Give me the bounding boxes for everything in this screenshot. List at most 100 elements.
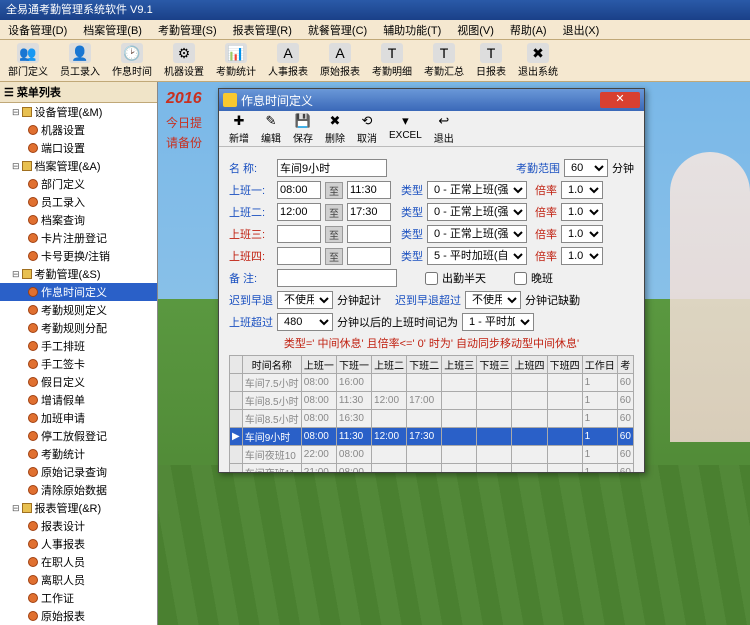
table-header[interactable]: 上班三 [442,356,477,374]
tree-group[interactable]: ⊟设备管理(&M) [0,103,157,121]
tree-item[interactable]: 员工录入 [0,193,157,211]
dialog-toolbar-button[interactable]: ✖删除 [319,112,351,145]
tree-item[interactable]: 加班申请 [0,409,157,427]
dialog-toolbar-button[interactable]: 💾保存 [287,112,319,145]
schedule-table[interactable]: 时间名称上班一下班一上班二下班二上班三下班三上班四下班四工作日考 车间7.5小时… [229,355,634,472]
dialog-toolbar-button[interactable]: ✎编辑 [255,112,287,145]
toolbar-button[interactable]: T考勤明细 [366,42,418,79]
table-row[interactable]: 车间夜班1121:0008:00160 [230,464,634,473]
menu-item[interactable]: 辅助功能(T) [375,20,449,39]
shift4-start[interactable] [277,247,321,265]
menu-item[interactable]: 报表管理(R) [225,20,300,39]
tree-item[interactable]: 原始报表 [0,607,157,625]
dialog-toolbar-button[interactable]: ⟲取消 [351,112,383,145]
table-row[interactable]: 车间8.5小时08:0016:30160 [230,410,634,428]
remark-input[interactable] [277,269,397,287]
tree-item[interactable]: 卡号更换/注销 [0,247,157,265]
toolbar-button[interactable]: T考勤汇总 [418,42,470,79]
tree-item[interactable]: 卡片注册登记 [0,229,157,247]
menu-item[interactable]: 帮助(A) [502,20,555,39]
toolbar-button[interactable]: 👤员工录入 [54,42,106,79]
toolbar-button[interactable]: 🕑作息时间 [106,42,158,79]
table-header[interactable]: 下班二 [407,356,442,374]
menu-item[interactable]: 设备管理(D) [0,20,75,39]
name-input[interactable] [277,159,387,177]
dialog-toolbar-button[interactable]: ↩退出 [428,112,460,145]
shift3-type[interactable]: 0 - 正常上班(强 [427,225,527,243]
tree-item[interactable]: 人事报表 [0,535,157,553]
tree-item[interactable]: 考勤规则分配 [0,319,157,337]
dialog-toolbar-button[interactable]: ✚新增 [223,112,255,145]
menu-item[interactable]: 视图(V) [449,20,502,39]
tree-item[interactable]: 手工签卡 [0,355,157,373]
toolbar-button[interactable]: A原始报表 [314,42,366,79]
tree-group[interactable]: ⊟档案管理(&A) [0,157,157,175]
shift3-rate[interactable]: 1.0 [561,225,603,243]
table-header[interactable]: 上班四 [512,356,547,374]
table-row[interactable]: 车间夜班1022:0008:00160 [230,446,634,464]
menu-item[interactable]: 退出(X) [555,20,608,39]
tree-item[interactable]: 手工排班 [0,337,157,355]
tree-item[interactable]: 报表设计 [0,517,157,535]
table-header[interactable]: 考 [617,356,633,374]
toolbar-button[interactable]: 👥部门定义 [2,42,54,79]
shift2-end[interactable] [347,203,391,221]
dialog-toolbar-button[interactable]: ▾EXCEL [383,112,428,145]
night-checkbox[interactable] [514,272,527,285]
dialog-titlebar[interactable]: 作息时间定义 ✕ [219,89,644,111]
tree-item[interactable]: 机器设置 [0,121,157,139]
tree-item[interactable]: 端口设置 [0,139,157,157]
table-row[interactable]: ▶车间9小时08:0011:3012:0017:30160 [230,428,634,446]
late-select[interactable]: 不使用 [277,291,333,309]
tree-group[interactable]: ⊟报表管理(&R) [0,499,157,517]
table-header[interactable]: 下班三 [477,356,512,374]
tree-group[interactable]: ⊟考勤管理(&S) [0,265,157,283]
exceed-select[interactable]: 480 [277,313,333,331]
tree-item[interactable]: 假日定义 [0,373,157,391]
tree-item[interactable]: 考勤规则定义 [0,301,157,319]
table-row[interactable]: 车间8.5小时08:0011:3012:0017:00160 [230,392,634,410]
toolbar-button[interactable]: A人事报表 [262,42,314,79]
tree-item[interactable]: 作息时间定义 [0,283,157,301]
tree-item[interactable]: 考勤统计 [0,445,157,463]
tree-item[interactable]: 原始记录查询 [0,463,157,481]
toolbar-button[interactable]: ✖退出系统 [512,42,564,79]
table-header[interactable]: 下班四 [547,356,582,374]
halfday-checkbox[interactable] [425,272,438,285]
table-header[interactable]: 下班一 [336,356,371,374]
tree-item[interactable]: 档案查询 [0,211,157,229]
close-button[interactable]: ✕ [600,92,640,108]
table-header[interactable]: 时间名称 [242,356,301,374]
shift1-start[interactable] [277,181,321,199]
tree-item[interactable]: 清除原始数据 [0,481,157,499]
shift1-type[interactable]: 0 - 正常上班(强 [427,181,527,199]
tree-item[interactable]: 工作证 [0,589,157,607]
table-row[interactable]: 车间7.5小时08:0016:00160 [230,374,634,392]
lateover-select[interactable]: 不使用 [465,291,521,309]
shift1-end[interactable] [347,181,391,199]
exceed-type-select[interactable]: 1 - 平时加 [462,313,534,331]
shift2-start[interactable] [277,203,321,221]
table-header[interactable] [230,356,243,374]
menu-item[interactable]: 就餐管理(C) [300,20,375,39]
shift2-rate[interactable]: 1.0 [561,203,603,221]
tree-item[interactable]: 在职人员 [0,553,157,571]
shift2-type[interactable]: 0 - 正常上班(强 [427,203,527,221]
table-header[interactable]: 工作日 [582,356,617,374]
toolbar-button[interactable]: 📊考勤统计 [210,42,262,79]
shift4-type[interactable]: 5 - 平时加班(自 [427,247,527,265]
tree-item[interactable]: 增请假单 [0,391,157,409]
shift4-rate[interactable]: 1.0 [561,247,603,265]
toolbar-button[interactable]: T日报表 [470,42,512,79]
menu-item[interactable]: 考勤管理(S) [150,20,225,39]
toolbar-button[interactable]: ⚙机器设置 [158,42,210,79]
table-header[interactable]: 上班一 [301,356,336,374]
menu-item[interactable]: 档案管理(B) [75,20,150,39]
shift3-start[interactable] [277,225,321,243]
table-header[interactable]: 上班二 [372,356,407,374]
range-select[interactable]: 60 [564,159,608,177]
shift3-end[interactable] [347,225,391,243]
tree-item[interactable]: 停工放假登记 [0,427,157,445]
shift1-rate[interactable]: 1.0 [561,181,603,199]
tree-item[interactable]: 离职人员 [0,571,157,589]
